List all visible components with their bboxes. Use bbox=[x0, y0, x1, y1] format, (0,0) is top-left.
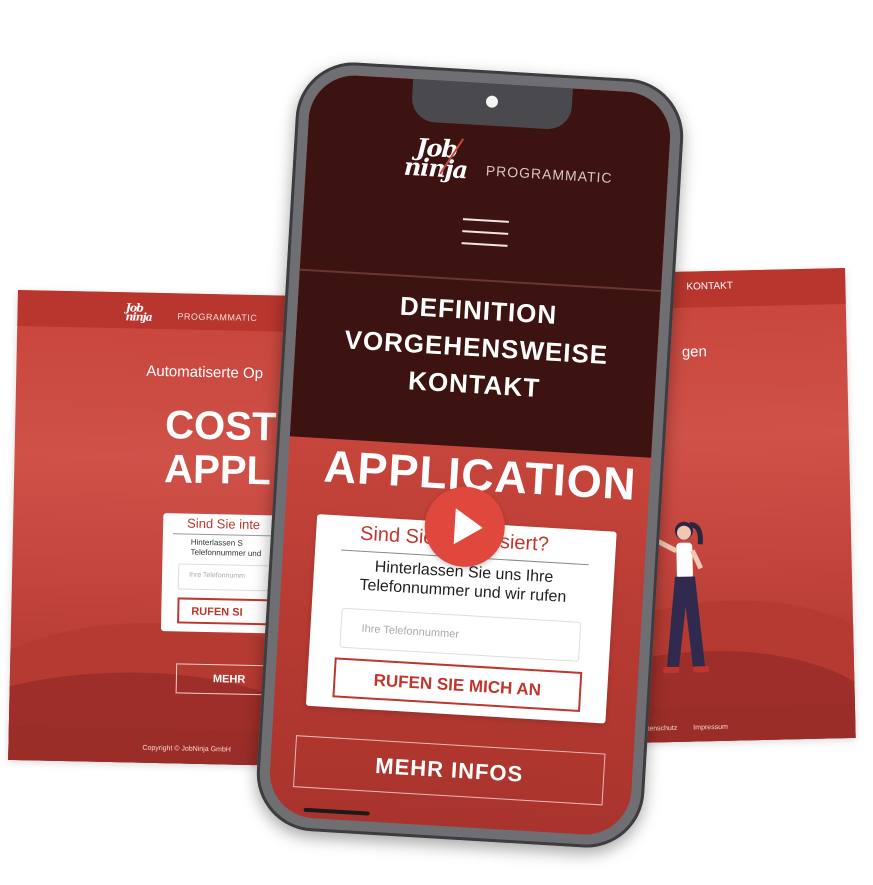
form-text: Hinterlassen S Telefonnummer und bbox=[190, 538, 261, 559]
brand-logo: Job ninja bbox=[403, 132, 469, 184]
phone-notch bbox=[410, 76, 574, 131]
hamburger-menu-icon[interactable] bbox=[461, 212, 509, 253]
call-me-button[interactable]: RUFEN SIE MICH AN bbox=[332, 657, 583, 712]
form-title: Sind Sie inte bbox=[186, 515, 261, 533]
hero-subtitle: Automatiserte Op bbox=[146, 362, 264, 383]
mobile-nav-menu: DEFINITION VORGEHENSWEISE KONTAKT bbox=[292, 285, 660, 417]
home-indicator bbox=[303, 807, 370, 816]
logo-line-2: ninja bbox=[125, 310, 152, 324]
phone-placeholder: Ihre Telefonnummer bbox=[361, 622, 460, 641]
desktop-header-bar bbox=[17, 290, 318, 333]
form-text-line: Telefonnummer und bbox=[190, 547, 262, 559]
mobile-menu-overlay: Job ninja PROGRAMMATIC DEFINITION VORGEH… bbox=[289, 72, 673, 458]
brand-logo: Job ninja bbox=[125, 301, 152, 324]
hero-headline: COST APPL bbox=[164, 403, 277, 493]
phone-screen: COST PER APPLICATION Job ninja PROGRAMMA… bbox=[267, 72, 673, 838]
more-info-button[interactable]: MEHR INFOS bbox=[292, 735, 606, 806]
phone-placeholder: Ihre Telefonnumm bbox=[188, 571, 246, 580]
brand-tagline: PROGRAMMATIC bbox=[485, 162, 614, 186]
logo-line-2: ninja bbox=[403, 151, 469, 184]
hero-subtitle-end: gen bbox=[681, 343, 708, 361]
smartphone-frame: COST PER APPLICATION Job ninja PROGRAMMA… bbox=[253, 59, 687, 851]
headline-line-1: COST bbox=[164, 403, 277, 450]
headline-line-2: APPL bbox=[163, 447, 272, 494]
nav-contact-link[interactable]: KONTAKT bbox=[686, 281, 733, 293]
brand-tagline: PROGRAMMATIC bbox=[177, 311, 258, 324]
camera-dot bbox=[485, 95, 499, 109]
imprint-link[interactable]: Impressum bbox=[693, 724, 728, 732]
phone-number-input[interactable]: Ihre Telefonnummer bbox=[339, 607, 582, 662]
